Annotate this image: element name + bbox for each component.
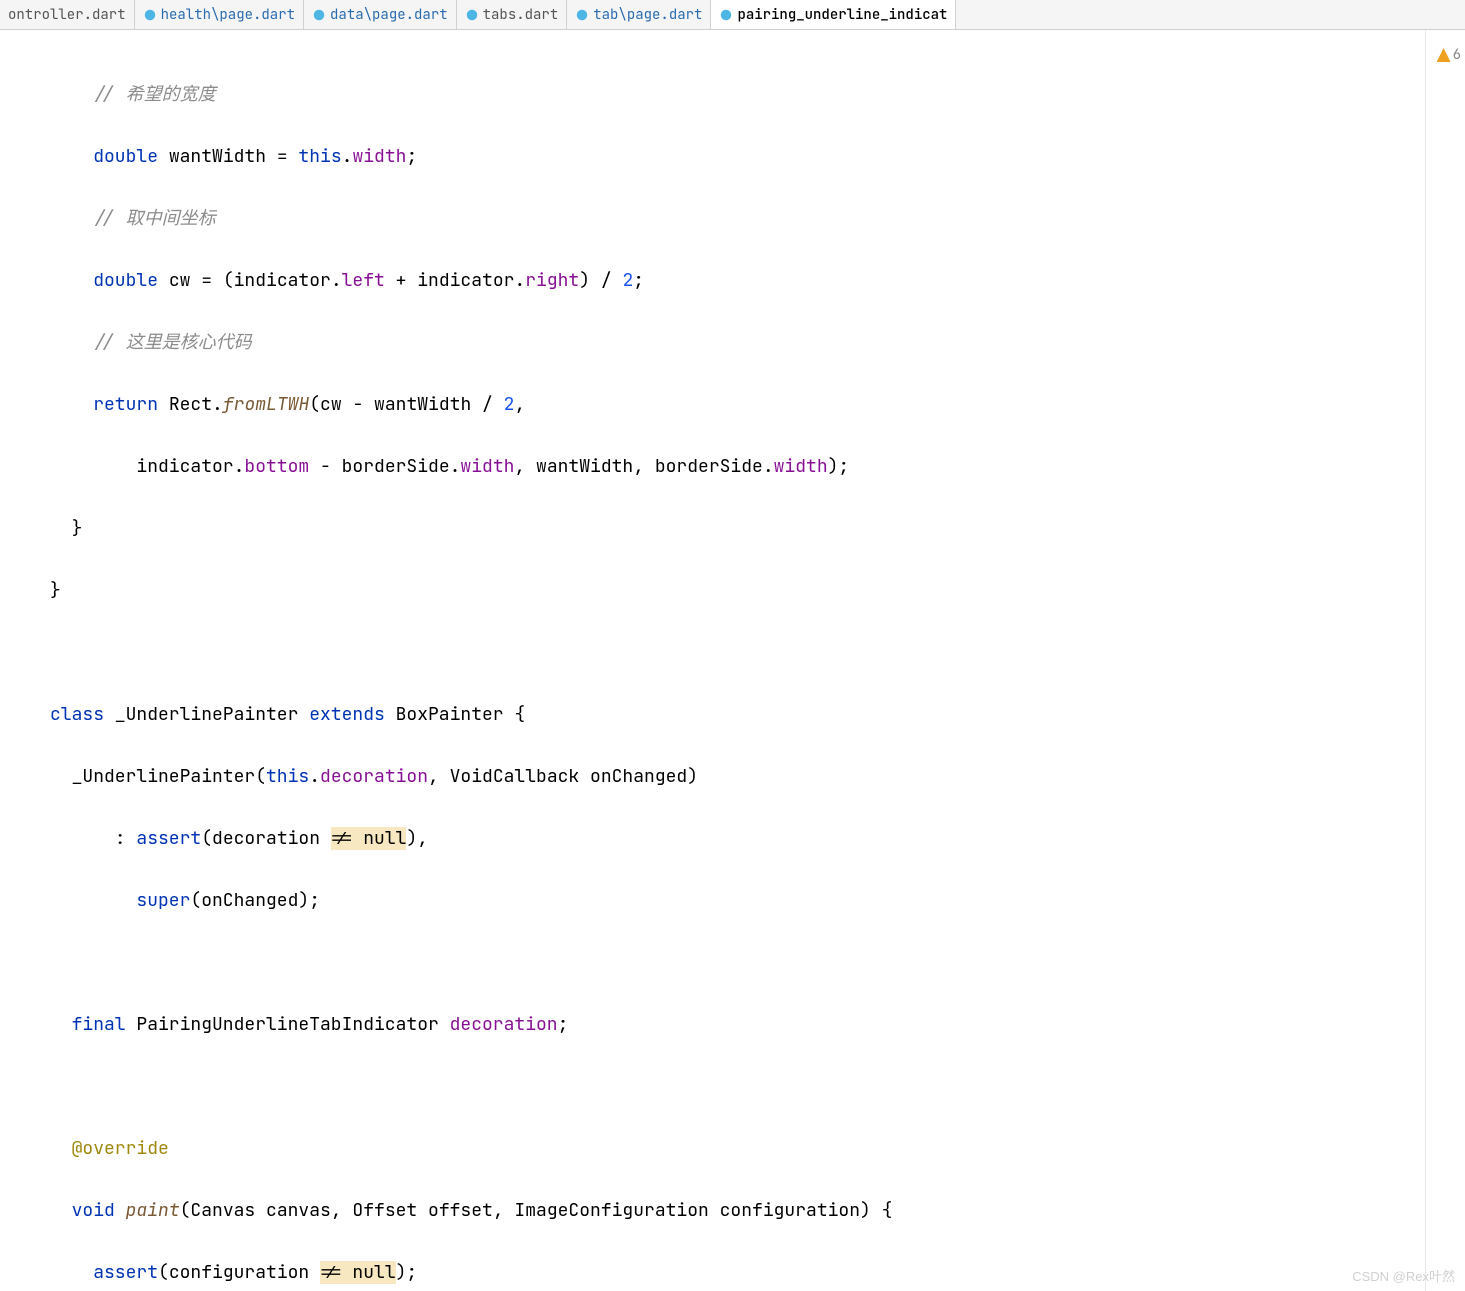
tab-controller[interactable]: ontroller.dart <box>0 0 135 29</box>
code-text: , <box>514 393 525 416</box>
code-text: , VoidCallback onChanged) <box>428 765 698 788</box>
comment: // 希望的宽度 <box>93 83 215 106</box>
dart-file-icon <box>719 8 733 22</box>
code-text: ); <box>828 455 850 478</box>
code-text: + indicator. <box>385 269 525 292</box>
code-text: ) / <box>579 269 622 292</box>
code-text: wantWidth = <box>158 145 298 168</box>
highlighted: != null <box>320 1261 396 1284</box>
code-text: ), <box>406 827 428 850</box>
keyword: double <box>93 145 158 168</box>
code-text: (onChanged); <box>190 889 320 912</box>
tab-tab-page[interactable]: tab\page.dart <box>567 0 711 29</box>
dot: . <box>212 393 223 416</box>
function: fromLTWH <box>223 393 309 416</box>
code-text: indicator. <box>50 455 244 478</box>
code-text: (configuration <box>158 1261 320 1284</box>
keyword: double <box>93 269 158 292</box>
field: decoration <box>450 1013 558 1036</box>
space <box>115 1199 126 1222</box>
code-editor[interactable]: // 希望的宽度 double wantWidth = this.width; … <box>50 30 1425 1291</box>
comment: // 这里是核心代码 <box>93 331 251 354</box>
number: 2 <box>504 393 515 416</box>
tab-label: tabs.dart <box>483 6 559 24</box>
field: bottom <box>244 455 309 478</box>
code-text: } <box>50 575 1425 606</box>
dart-file-icon <box>575 8 589 22</box>
type: Rect <box>169 393 212 416</box>
dot: . <box>342 145 353 168</box>
field: decoration <box>320 765 428 788</box>
comment: // 取中间坐标 <box>93 207 215 230</box>
field: right <box>525 269 579 292</box>
tab-health-page[interactable]: health\page.dart <box>135 0 304 29</box>
dart-file-icon <box>465 8 479 22</box>
tab-label: data\page.dart <box>330 6 448 24</box>
keyword: return <box>93 393 158 416</box>
code-text: , wantWidth, borderSide. <box>514 455 773 478</box>
editor-area: // 希望的宽度 double wantWidth = this.width; … <box>0 30 1465 1291</box>
tab-label: tab\page.dart <box>593 6 702 24</box>
field: width <box>460 455 514 478</box>
code-text: ; <box>633 269 644 292</box>
code-text: - borderSide. <box>309 455 460 478</box>
code-text: ); <box>396 1261 418 1284</box>
tab-label: health\page.dart <box>161 6 295 24</box>
gutter[interactable] <box>0 30 50 1291</box>
code-text: : <box>50 827 136 850</box>
code-text: PairingUnderlineTabIndicator <box>126 1013 450 1036</box>
tab-pairing-underline-indicator[interactable]: pairing_underline_indicat <box>711 0 956 29</box>
dart-file-icon <box>312 8 326 22</box>
keyword: this <box>266 765 309 788</box>
field: width <box>774 455 828 478</box>
annotation: @override <box>72 1137 169 1160</box>
number: 2 <box>622 269 633 292</box>
keyword: extends <box>309 703 385 726</box>
highlighted: != null <box>331 827 407 850</box>
vertical-scrollbar[interactable] <box>1451 30 1465 1291</box>
editor-tabs-bar: ontroller.dart health\page.dart data\pag… <box>0 0 1465 30</box>
dot: . <box>309 765 320 788</box>
tab-label: ontroller.dart <box>8 6 126 24</box>
keyword: this <box>298 145 341 168</box>
field: width <box>352 145 406 168</box>
keyword: class <box>50 703 104 726</box>
warning-icon <box>1437 48 1451 62</box>
code-text: (Canvas canvas, Offset offset, ImageConf… <box>180 1199 893 1222</box>
code-text: ; <box>558 1013 569 1036</box>
code-text <box>50 889 136 912</box>
code-text: (cw - wantWidth / <box>309 393 503 416</box>
function-name: paint <box>126 1199 180 1222</box>
keyword: final <box>72 1013 126 1036</box>
space <box>158 393 169 416</box>
code-text: (decoration <box>201 827 331 850</box>
keyword: void <box>72 1199 115 1222</box>
tab-tabs[interactable]: tabs.dart <box>457 0 568 29</box>
watermark: CSDN @Rex叶然 <box>1352 1266 1455 1285</box>
tab-data-page[interactable]: data\page.dart <box>304 0 457 29</box>
class-name: _UnderlinePainter <box>104 703 309 726</box>
dart-file-icon <box>143 8 157 22</box>
code-text: } <box>50 513 1425 544</box>
keyword: assert <box>93 1261 158 1284</box>
keyword: super <box>136 889 190 912</box>
keyword: assert <box>136 827 201 850</box>
code-text: _UnderlinePainter( <box>50 765 266 788</box>
tab-label: pairing_underline_indicat <box>737 6 947 24</box>
field: left <box>342 269 385 292</box>
code-text: cw = (indicator. <box>158 269 342 292</box>
code-text: ; <box>406 145 417 168</box>
code-text: BoxPainter { <box>385 703 525 726</box>
